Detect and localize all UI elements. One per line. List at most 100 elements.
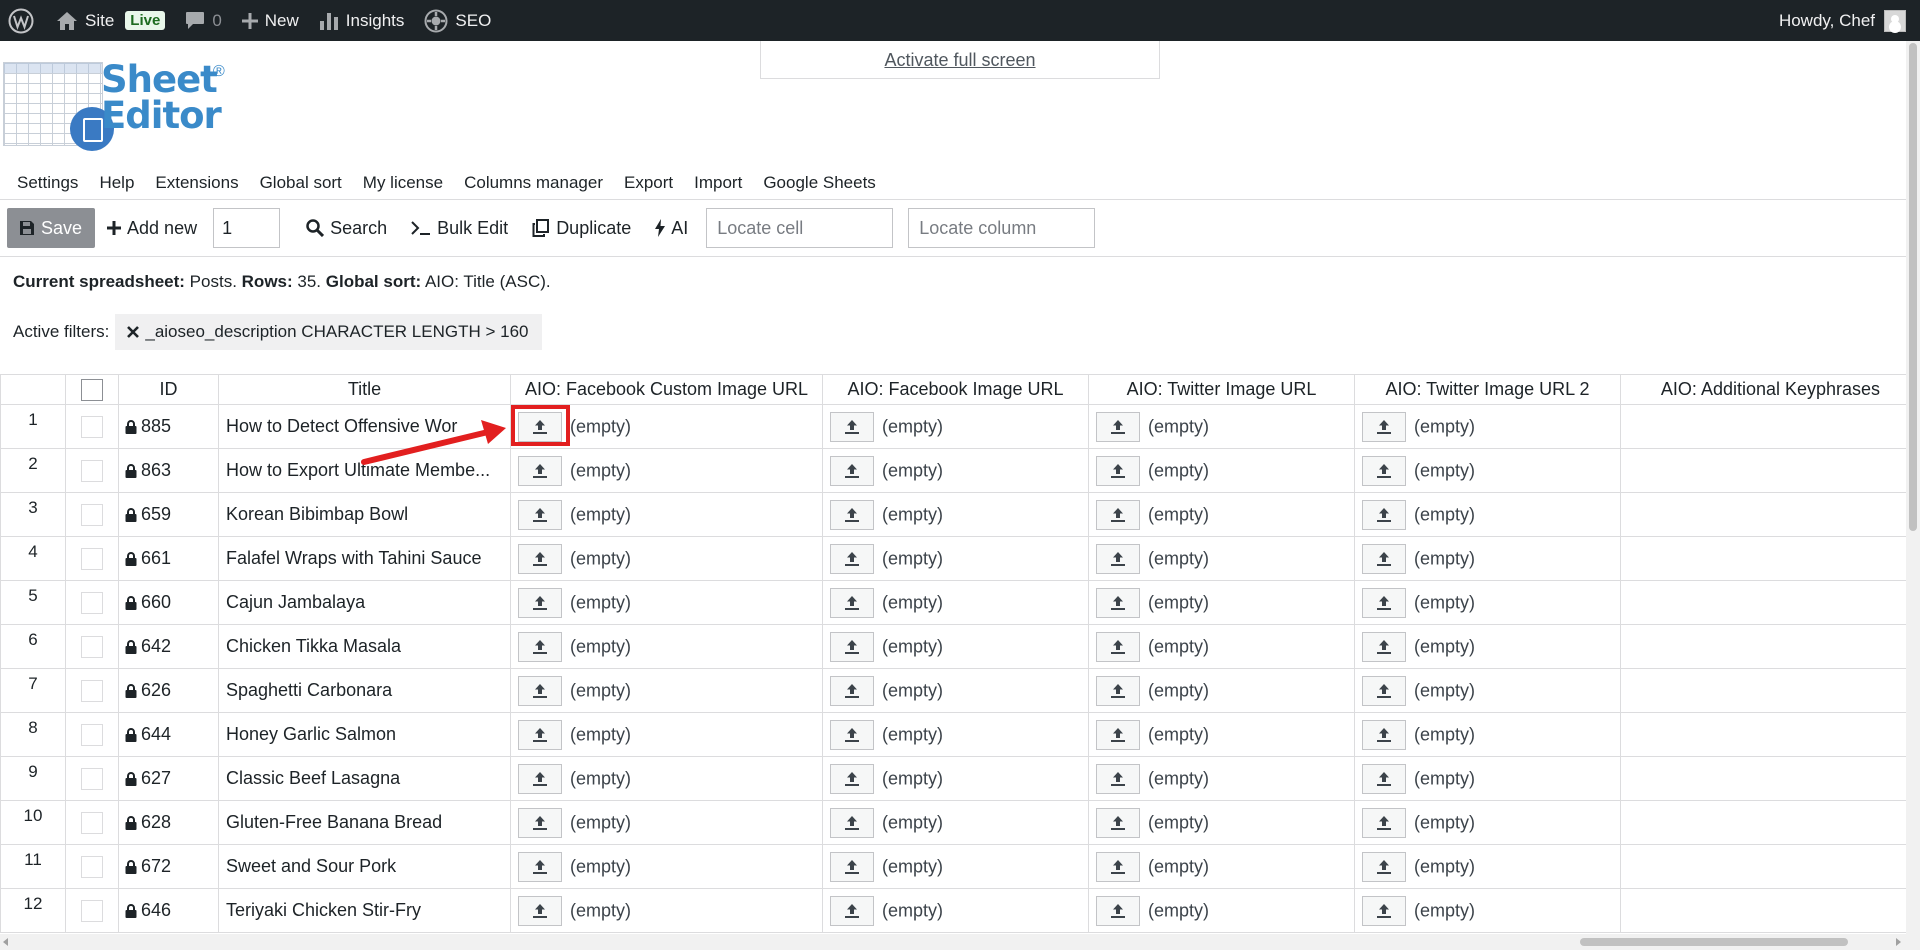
menu-help[interactable]: Help xyxy=(99,173,134,193)
cell-facebook-custom-image-url[interactable]: (empty) xyxy=(510,844,823,889)
row-number[interactable]: 2 xyxy=(0,448,66,493)
upload-image-button[interactable] xyxy=(1096,851,1140,882)
cell-facebook-image-url[interactable]: (empty) xyxy=(822,448,1089,493)
cell-facebook-custom-image-url[interactable]: (empty) xyxy=(510,492,823,537)
upload-image-button[interactable] xyxy=(518,499,562,530)
upload-image-button[interactable] xyxy=(518,719,562,750)
cell-facebook-custom-image-url[interactable]: (empty) xyxy=(510,404,823,449)
cell-title[interactable]: How to Detect Offensive Wor xyxy=(218,404,511,449)
upload-image-button[interactable] xyxy=(1362,631,1406,662)
menu-global-sort[interactable]: Global sort xyxy=(260,173,342,193)
cell-title[interactable]: Falafel Wraps with Tahini Sauce xyxy=(218,536,511,581)
row-checkbox[interactable] xyxy=(81,811,103,834)
remove-filter-icon[interactable] xyxy=(127,326,140,338)
menu-settings[interactable]: Settings xyxy=(17,173,78,193)
row-checkbox[interactable] xyxy=(81,591,103,614)
upload-image-button[interactable] xyxy=(1362,543,1406,574)
cell-title[interactable]: Cajun Jambalaya xyxy=(218,580,511,625)
insights-menu[interactable]: Insights xyxy=(309,0,415,41)
cell-facebook-custom-image-url[interactable]: (empty) xyxy=(510,800,823,845)
upload-image-button[interactable] xyxy=(518,587,562,618)
cell-additional-keyphrases[interactable] xyxy=(1620,712,1906,757)
cell-twitter-image-url[interactable]: (empty) xyxy=(1088,844,1355,889)
row-checkbox[interactable] xyxy=(81,767,103,790)
cell-twitter-image-url[interactable]: (empty) xyxy=(1088,448,1355,493)
row-number[interactable]: 10 xyxy=(0,800,66,845)
duplicate-button[interactable]: Duplicate xyxy=(520,208,643,248)
row-checkbox[interactable] xyxy=(81,503,103,526)
vertical-scrollbar[interactable] xyxy=(1906,41,1920,950)
column-header-facebook-image-url[interactable]: AIO: Facebook Image URL xyxy=(822,374,1089,405)
scroll-left-arrow-icon[interactable] xyxy=(3,938,8,946)
new-menu[interactable]: New xyxy=(232,0,309,41)
cell-facebook-image-url[interactable]: (empty) xyxy=(822,624,1089,669)
horizontal-scroll-thumb[interactable] xyxy=(1580,938,1848,946)
upload-image-button[interactable] xyxy=(830,807,874,838)
cell-facebook-custom-image-url[interactable]: (empty) xyxy=(510,448,823,493)
cell-twitter-image-url-2[interactable]: (empty) xyxy=(1354,844,1621,889)
cell-facebook-image-url[interactable]: (empty) xyxy=(822,800,1089,845)
upload-image-button[interactable] xyxy=(1362,763,1406,794)
cell-title[interactable]: Spaghetti Carbonara xyxy=(218,668,511,713)
cell-facebook-custom-image-url[interactable]: (empty) xyxy=(510,580,823,625)
cell-title[interactable]: Sweet and Sour Pork xyxy=(218,844,511,889)
upload-image-button[interactable] xyxy=(1362,851,1406,882)
column-header-twitter-image-url-2[interactable]: AIO: Twitter Image URL 2 xyxy=(1354,374,1621,405)
upload-image-button[interactable] xyxy=(1096,411,1140,442)
upload-image-button[interactable] xyxy=(518,455,562,486)
upload-image-button[interactable] xyxy=(1096,763,1140,794)
cell-additional-keyphrases[interactable] xyxy=(1620,800,1906,845)
add-new-button[interactable]: Add new xyxy=(95,208,209,248)
cell-facebook-custom-image-url[interactable]: (empty) xyxy=(510,624,823,669)
cell-twitter-image-url-2[interactable]: (empty) xyxy=(1354,536,1621,581)
select-all-checkbox[interactable] xyxy=(81,378,103,401)
upload-image-button[interactable] xyxy=(830,543,874,574)
upload-image-button[interactable] xyxy=(830,763,874,794)
activate-fullscreen-link[interactable]: Activate full screen xyxy=(884,50,1035,70)
cell-facebook-custom-image-url[interactable]: (empty) xyxy=(510,888,823,933)
cell-twitter-image-url[interactable]: (empty) xyxy=(1088,888,1355,933)
horizontal-scrollbar[interactable] xyxy=(0,934,1906,950)
save-button[interactable]: Save xyxy=(7,208,96,248)
cell-twitter-image-url[interactable]: (empty) xyxy=(1088,712,1355,757)
upload-image-button[interactable] xyxy=(830,631,874,662)
ai-button[interactable]: AI xyxy=(643,208,700,248)
filter-chip[interactable]: _aioseo_description CHARACTER LENGTH > 1… xyxy=(115,314,542,350)
menu-export[interactable]: Export xyxy=(624,173,673,193)
cell-twitter-image-url-2[interactable]: (empty) xyxy=(1354,756,1621,801)
upload-image-button[interactable] xyxy=(1362,411,1406,442)
upload-image-button[interactable] xyxy=(1362,807,1406,838)
upload-image-button[interactable] xyxy=(1096,631,1140,662)
cell-facebook-image-url[interactable]: (empty) xyxy=(822,580,1089,625)
cell-additional-keyphrases[interactable] xyxy=(1620,448,1906,493)
cell-twitter-image-url-2[interactable]: (empty) xyxy=(1354,404,1621,449)
row-number[interactable]: 5 xyxy=(0,580,66,625)
cell-facebook-custom-image-url[interactable]: (empty) xyxy=(510,756,823,801)
row-checkbox[interactable] xyxy=(81,415,103,438)
row-checkbox[interactable] xyxy=(81,679,103,702)
row-checkbox[interactable] xyxy=(81,899,103,922)
bulk-edit-button[interactable]: Bulk Edit xyxy=(399,208,520,248)
upload-image-button[interactable] xyxy=(518,807,562,838)
cell-twitter-image-url-2[interactable]: (empty) xyxy=(1354,888,1621,933)
upload-image-button[interactable] xyxy=(518,631,562,662)
menu-columns-manager[interactable]: Columns manager xyxy=(464,173,603,193)
upload-image-button[interactable] xyxy=(1096,895,1140,926)
upload-image-button[interactable] xyxy=(1362,455,1406,486)
cell-additional-keyphrases[interactable] xyxy=(1620,756,1906,801)
upload-image-button[interactable] xyxy=(518,675,562,706)
menu-my-license[interactable]: My license xyxy=(363,173,443,193)
comments-menu[interactable]: 0 xyxy=(175,0,231,41)
cell-additional-keyphrases[interactable] xyxy=(1620,844,1906,889)
upload-image-button[interactable] xyxy=(1096,719,1140,750)
cell-twitter-image-url[interactable]: (empty) xyxy=(1088,624,1355,669)
row-number[interactable]: 1 xyxy=(0,404,66,449)
cell-twitter-image-url-2[interactable]: (empty) xyxy=(1354,712,1621,757)
cell-title[interactable]: Honey Garlic Salmon xyxy=(218,712,511,757)
cell-title[interactable]: Classic Beef Lasagna xyxy=(218,756,511,801)
row-number[interactable]: 7 xyxy=(0,668,66,713)
column-header-twitter-image-url[interactable]: AIO: Twitter Image URL xyxy=(1088,374,1355,405)
row-checkbox[interactable] xyxy=(81,855,103,878)
menu-google-sheets[interactable]: Google Sheets xyxy=(763,173,875,193)
row-number[interactable]: 9 xyxy=(0,756,66,801)
